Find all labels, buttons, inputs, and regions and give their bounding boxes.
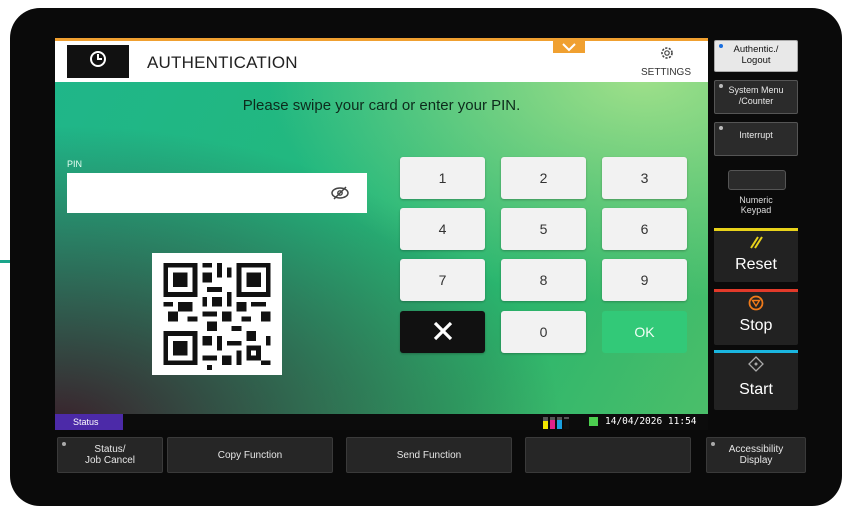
reset-label: Reset [735,256,777,273]
key-7[interactable]: 7 [400,259,485,301]
network-indicator-icon [589,417,598,426]
page-title: AUTHENTICATION [147,53,298,72]
home-button[interactable] [67,45,129,78]
led-indicator [719,126,723,130]
stop-icon [714,295,798,316]
eye-off-icon[interactable] [330,185,350,206]
status-tab[interactable]: Status [55,414,123,430]
key-9[interactable]: 9 [602,259,687,301]
reset-strip [714,228,798,231]
key-5[interactable]: 5 [501,208,586,250]
pin-input[interactable] [67,173,367,213]
led-indicator [719,84,723,88]
send-function-label: Send Function [396,449,462,461]
settings-button[interactable]: SETTINGS [635,43,697,81]
status-job-cancel-label: Status/ Job Cancel [84,444,136,466]
system-menu-button[interactable]: System Menu /Counter [714,80,798,114]
close-icon [432,320,454,345]
clock-icon [89,50,107,73]
start-label: Start [739,381,773,398]
interrupt-button[interactable]: Interrupt [714,122,798,156]
qr-code [152,253,282,375]
authentic-logout-button[interactable]: Authentic./ Logout [714,40,798,72]
accessibility-display-button[interactable]: Accessibility Display [706,437,806,473]
touch-screen: AUTHENTICATION SETTINGS Please swipe you… [55,38,708,430]
led-indicator [62,442,66,446]
copy-function-label: Copy Function [217,449,283,461]
title-bar: AUTHENTICATION SETTINGS [55,38,708,82]
ok-button[interactable]: OK [602,311,687,353]
start-strip [714,350,798,353]
settings-label: SETTINGS [640,67,691,78]
key-2[interactable]: 2 [501,157,586,199]
numeric-keypad-button[interactable] [728,170,786,190]
key-8[interactable]: 8 [501,259,586,301]
notification-tab-icon[interactable] [553,41,585,55]
led-indicator [711,442,715,446]
pin-label: PIN [67,159,83,169]
toner-level-icon [543,416,571,430]
key-6[interactable]: 6 [602,208,687,250]
reset-icon [714,234,798,255]
gear-icon [659,45,675,66]
authentic-logout-label: Authentic./ Logout [733,44,779,66]
start-button[interactable]: Start [714,350,798,410]
key-1[interactable]: 1 [400,157,485,199]
key-4[interactable]: 4 [400,208,485,250]
status-job-cancel-button[interactable]: Status/ Job Cancel [57,437,163,473]
send-function-button[interactable]: Send Function [346,437,512,473]
copy-function-button[interactable]: Copy Function [167,437,333,473]
stop-button[interactable]: Stop [714,289,798,345]
stop-strip [714,289,798,292]
numeric-keypad-label: Numeric Keypad [739,195,773,215]
interrupt-label: Interrupt [739,130,773,140]
status-bar: Status 14/04/2026 11:54 [55,414,708,430]
blank-function-button[interactable] [525,437,691,473]
clear-button[interactable] [400,311,485,353]
key-0[interactable]: 0 [501,311,586,353]
accessibility-display-label: Accessibility Display [728,444,784,466]
reset-button[interactable]: Reset [714,228,798,282]
stop-label: Stop [739,317,773,334]
key-3[interactable]: 3 [602,157,687,199]
start-diamond-icon [714,356,798,377]
led-indicator [719,44,723,48]
instruction-text: Please swipe your card or enter your PIN… [242,97,521,114]
system-menu-label: System Menu /Counter [728,85,784,106]
date-time: 14/04/2026 11:54 [605,416,697,427]
